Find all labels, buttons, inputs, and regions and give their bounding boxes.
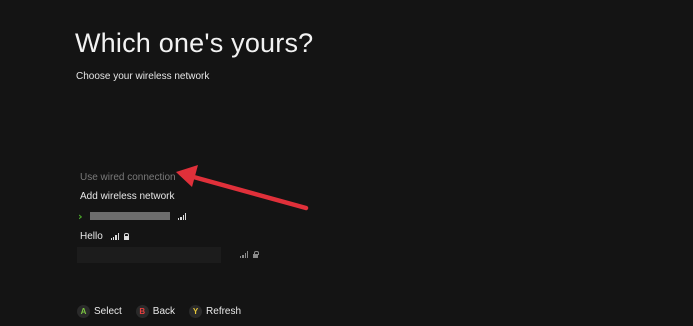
a-button-icon: A xyxy=(77,305,90,318)
select-hint[interactable]: A Select xyxy=(77,305,122,318)
b-button-icon: B xyxy=(135,305,149,318)
chevron-right-icon: › xyxy=(78,209,83,223)
network-name: Hello xyxy=(80,230,103,242)
signal-icon xyxy=(240,251,249,258)
arrow-head xyxy=(176,165,198,187)
lock-icon xyxy=(123,232,130,240)
page-title: Which one's yours? xyxy=(75,28,314,58)
network-item-hello[interactable]: Hello xyxy=(80,229,130,243)
signal-icon xyxy=(110,232,119,240)
refresh-hint[interactable]: Y Refresh xyxy=(189,305,241,318)
signal-icon xyxy=(178,212,187,220)
back-hint[interactable]: B Back xyxy=(135,305,176,318)
y-button-icon: Y xyxy=(189,305,203,318)
use-wired-connection-option[interactable]: Use wired connection xyxy=(80,172,176,183)
lock-icon xyxy=(253,251,259,258)
redacted-network-name xyxy=(77,247,221,263)
select-label: Select xyxy=(94,306,122,317)
arrow-shaft xyxy=(187,173,309,211)
network-item-redacted[interactable] xyxy=(77,247,267,263)
add-wireless-network-option[interactable]: Add wireless network xyxy=(80,191,174,202)
network-item-selected[interactable]: › xyxy=(78,209,187,223)
redacted-network-name xyxy=(90,212,170,220)
page-subtitle: Choose your wireless network xyxy=(76,71,210,82)
button-hints: A Select B Back Y Refresh xyxy=(77,305,255,318)
refresh-label: Refresh xyxy=(206,306,242,317)
back-label: Back xyxy=(152,306,176,317)
